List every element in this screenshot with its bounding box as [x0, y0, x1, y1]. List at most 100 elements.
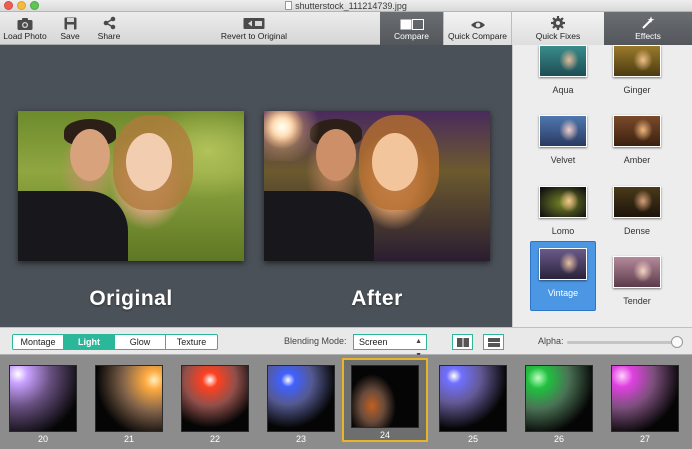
effect-tender[interactable]: Tender [604, 250, 670, 320]
filmstrip-item-26[interactable]: 26 [516, 360, 602, 444]
quick-fixes-button[interactable]: Quick Fixes [511, 12, 604, 45]
effect-name: Vintage [547, 288, 579, 298]
split-view-button[interactable] [483, 334, 504, 350]
share-button[interactable]: Share [94, 12, 124, 45]
after-photo [264, 111, 490, 261]
tab-light[interactable]: Light [64, 335, 115, 349]
share-label: Share [97, 31, 121, 41]
filmstrip-item-23[interactable]: 23 [258, 360, 344, 444]
alpha-label: Alpha: [538, 336, 564, 346]
filmstrip-item-27[interactable]: 27 [602, 360, 688, 444]
original-caption: Original [89, 287, 173, 310]
category-tabs: Montage Light Glow Texture [12, 334, 218, 350]
filmstrip-number: 21 [123, 434, 134, 444]
filmstrip-item-20[interactable]: 20 [0, 360, 86, 444]
effect-aqua[interactable]: Aqua [530, 45, 596, 109]
title-bar: shutterstock_111214739.jpg [0, 0, 692, 12]
effect-name: Lomo [551, 226, 575, 236]
load-photo-button[interactable]: Load Photo [3, 12, 47, 45]
save-button[interactable]: Save [57, 12, 83, 45]
toolbar: Load Photo Save Share Revert to Original… [0, 12, 692, 45]
effect-name: Dense [623, 226, 650, 236]
compare-icon [400, 12, 424, 30]
blending-bar: Montage Light Glow Texture Blending Mode… [0, 327, 692, 359]
effects-label: Effects [635, 31, 661, 41]
compare-button[interactable]: Compare [380, 12, 443, 45]
filmstrip-thumbnail [351, 365, 419, 428]
effect-thumbnail [613, 256, 661, 288]
revert-label: Revert to Original [220, 31, 288, 41]
filmstrip-thumbnail [95, 365, 163, 432]
effect-name: Ginger [623, 85, 651, 95]
filmstrip-item-22[interactable]: 22 [172, 360, 258, 444]
blending-mode-value: Screen [359, 337, 388, 347]
filmstrip-number: 20 [37, 434, 48, 444]
after-caption: After [351, 287, 403, 310]
filmstrip: 20 21 22 23 24 25 26 27 [0, 355, 692, 449]
effect-name: Amber [623, 155, 651, 165]
effects-button[interactable]: Effects [604, 12, 692, 45]
blending-mode-label: Blending Mode: [284, 336, 347, 346]
effect-lomo[interactable]: Lomo [530, 180, 596, 250]
effect-amber[interactable]: Amber [604, 109, 670, 179]
filmstrip-item-25[interactable]: 25 [430, 360, 516, 444]
effect-thumbnail [613, 115, 661, 147]
gear-icon [551, 12, 565, 30]
effect-dense[interactable]: Dense [604, 180, 670, 250]
document-icon [285, 1, 293, 10]
alpha-slider-handle[interactable] [671, 336, 683, 348]
magic-wand-icon [641, 12, 655, 30]
side-by-side-icon [456, 337, 469, 347]
eye-icon [470, 12, 486, 30]
effect-thumbnail [539, 115, 587, 147]
filmstrip-item-21[interactable]: 21 [86, 360, 172, 444]
effect-thumbnail [539, 248, 587, 280]
effect-thumbnail [613, 186, 661, 218]
quick-fixes-label: Quick Fixes [535, 31, 581, 41]
effect-name: Tender [623, 296, 651, 306]
revert-icon [243, 12, 265, 30]
original-photo [18, 111, 244, 261]
filmstrip-number: 27 [639, 434, 650, 444]
filmstrip-thumbnail [439, 365, 507, 432]
effect-thumbnail [539, 45, 587, 77]
save-icon [64, 12, 77, 30]
quick-compare-button[interactable]: Quick Compare [443, 12, 511, 45]
load-photo-label: Load Photo [3, 31, 47, 41]
filmstrip-number: 25 [467, 434, 478, 444]
tab-montage[interactable]: Montage [13, 335, 64, 349]
camera-icon [17, 12, 33, 30]
filmstrip-thumbnail [611, 365, 679, 432]
filmstrip-number: 22 [209, 434, 220, 444]
window-title: shutterstock_111214739.jpg [0, 0, 692, 12]
filmstrip-number: 24 [379, 430, 390, 440]
effect-name: Velvet [550, 155, 576, 165]
share-icon [103, 12, 116, 30]
quick-compare-label: Quick Compare [447, 31, 508, 41]
preview-area: Original After [0, 45, 512, 327]
filmstrip-thumbnail [267, 365, 335, 432]
filmstrip-number: 23 [295, 434, 306, 444]
effect-thumbnail [613, 45, 661, 77]
side-by-side-view-button[interactable] [452, 334, 473, 350]
effects-panel: Aqua Ginger Velvet Amber Lomo Dense Vint… [512, 45, 692, 327]
effect-ginger[interactable]: Ginger [604, 45, 670, 109]
window-title-text: shutterstock_111214739.jpg [295, 1, 407, 11]
save-label: Save [60, 31, 80, 41]
filmstrip-item-24[interactable]: 24 [342, 358, 428, 442]
split-view-icon [487, 337, 500, 347]
filmstrip-thumbnail [525, 365, 593, 432]
compare-label: Compare [394, 31, 429, 41]
blending-mode-select[interactable]: Screen ▲▼ [353, 334, 427, 359]
effect-thumbnail [539, 186, 587, 218]
filmstrip-number: 26 [553, 434, 564, 444]
filmstrip-thumbnail [181, 365, 249, 432]
tab-texture[interactable]: Texture [166, 335, 217, 349]
effect-name: Aqua [552, 85, 574, 95]
alpha-slider[interactable] [567, 341, 679, 344]
tab-glow[interactable]: Glow [115, 335, 166, 349]
revert-to-original-button[interactable]: Revert to Original [220, 12, 288, 45]
effect-velvet[interactable]: Velvet [530, 109, 596, 179]
effect-vintage[interactable]: Vintage [530, 241, 596, 311]
filmstrip-thumbnail [9, 365, 77, 432]
